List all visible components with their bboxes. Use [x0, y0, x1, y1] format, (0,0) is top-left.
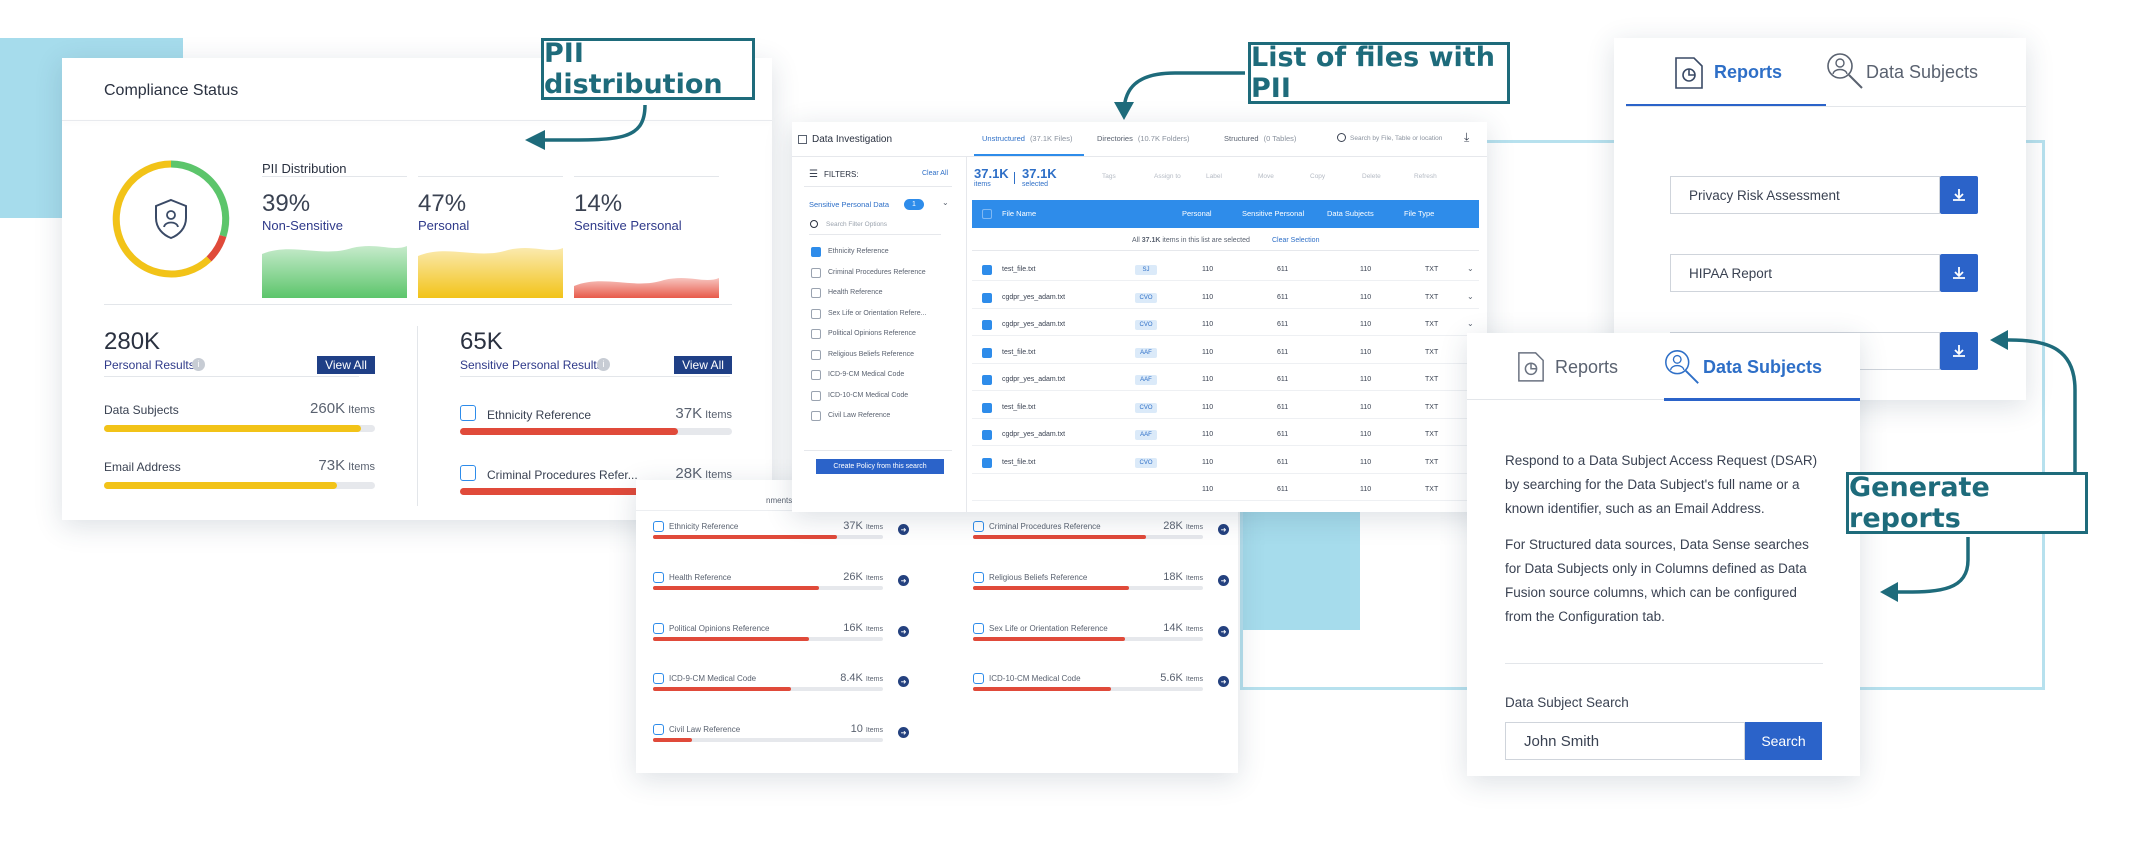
callout-generate-reports: Generate reports — [1846, 472, 2088, 534]
callout-arrows — [525, 71, 2077, 602]
callout-list-of-files: List of files with PII — [1248, 42, 1510, 104]
callout-pii-distribution: PII distribution — [541, 38, 755, 100]
